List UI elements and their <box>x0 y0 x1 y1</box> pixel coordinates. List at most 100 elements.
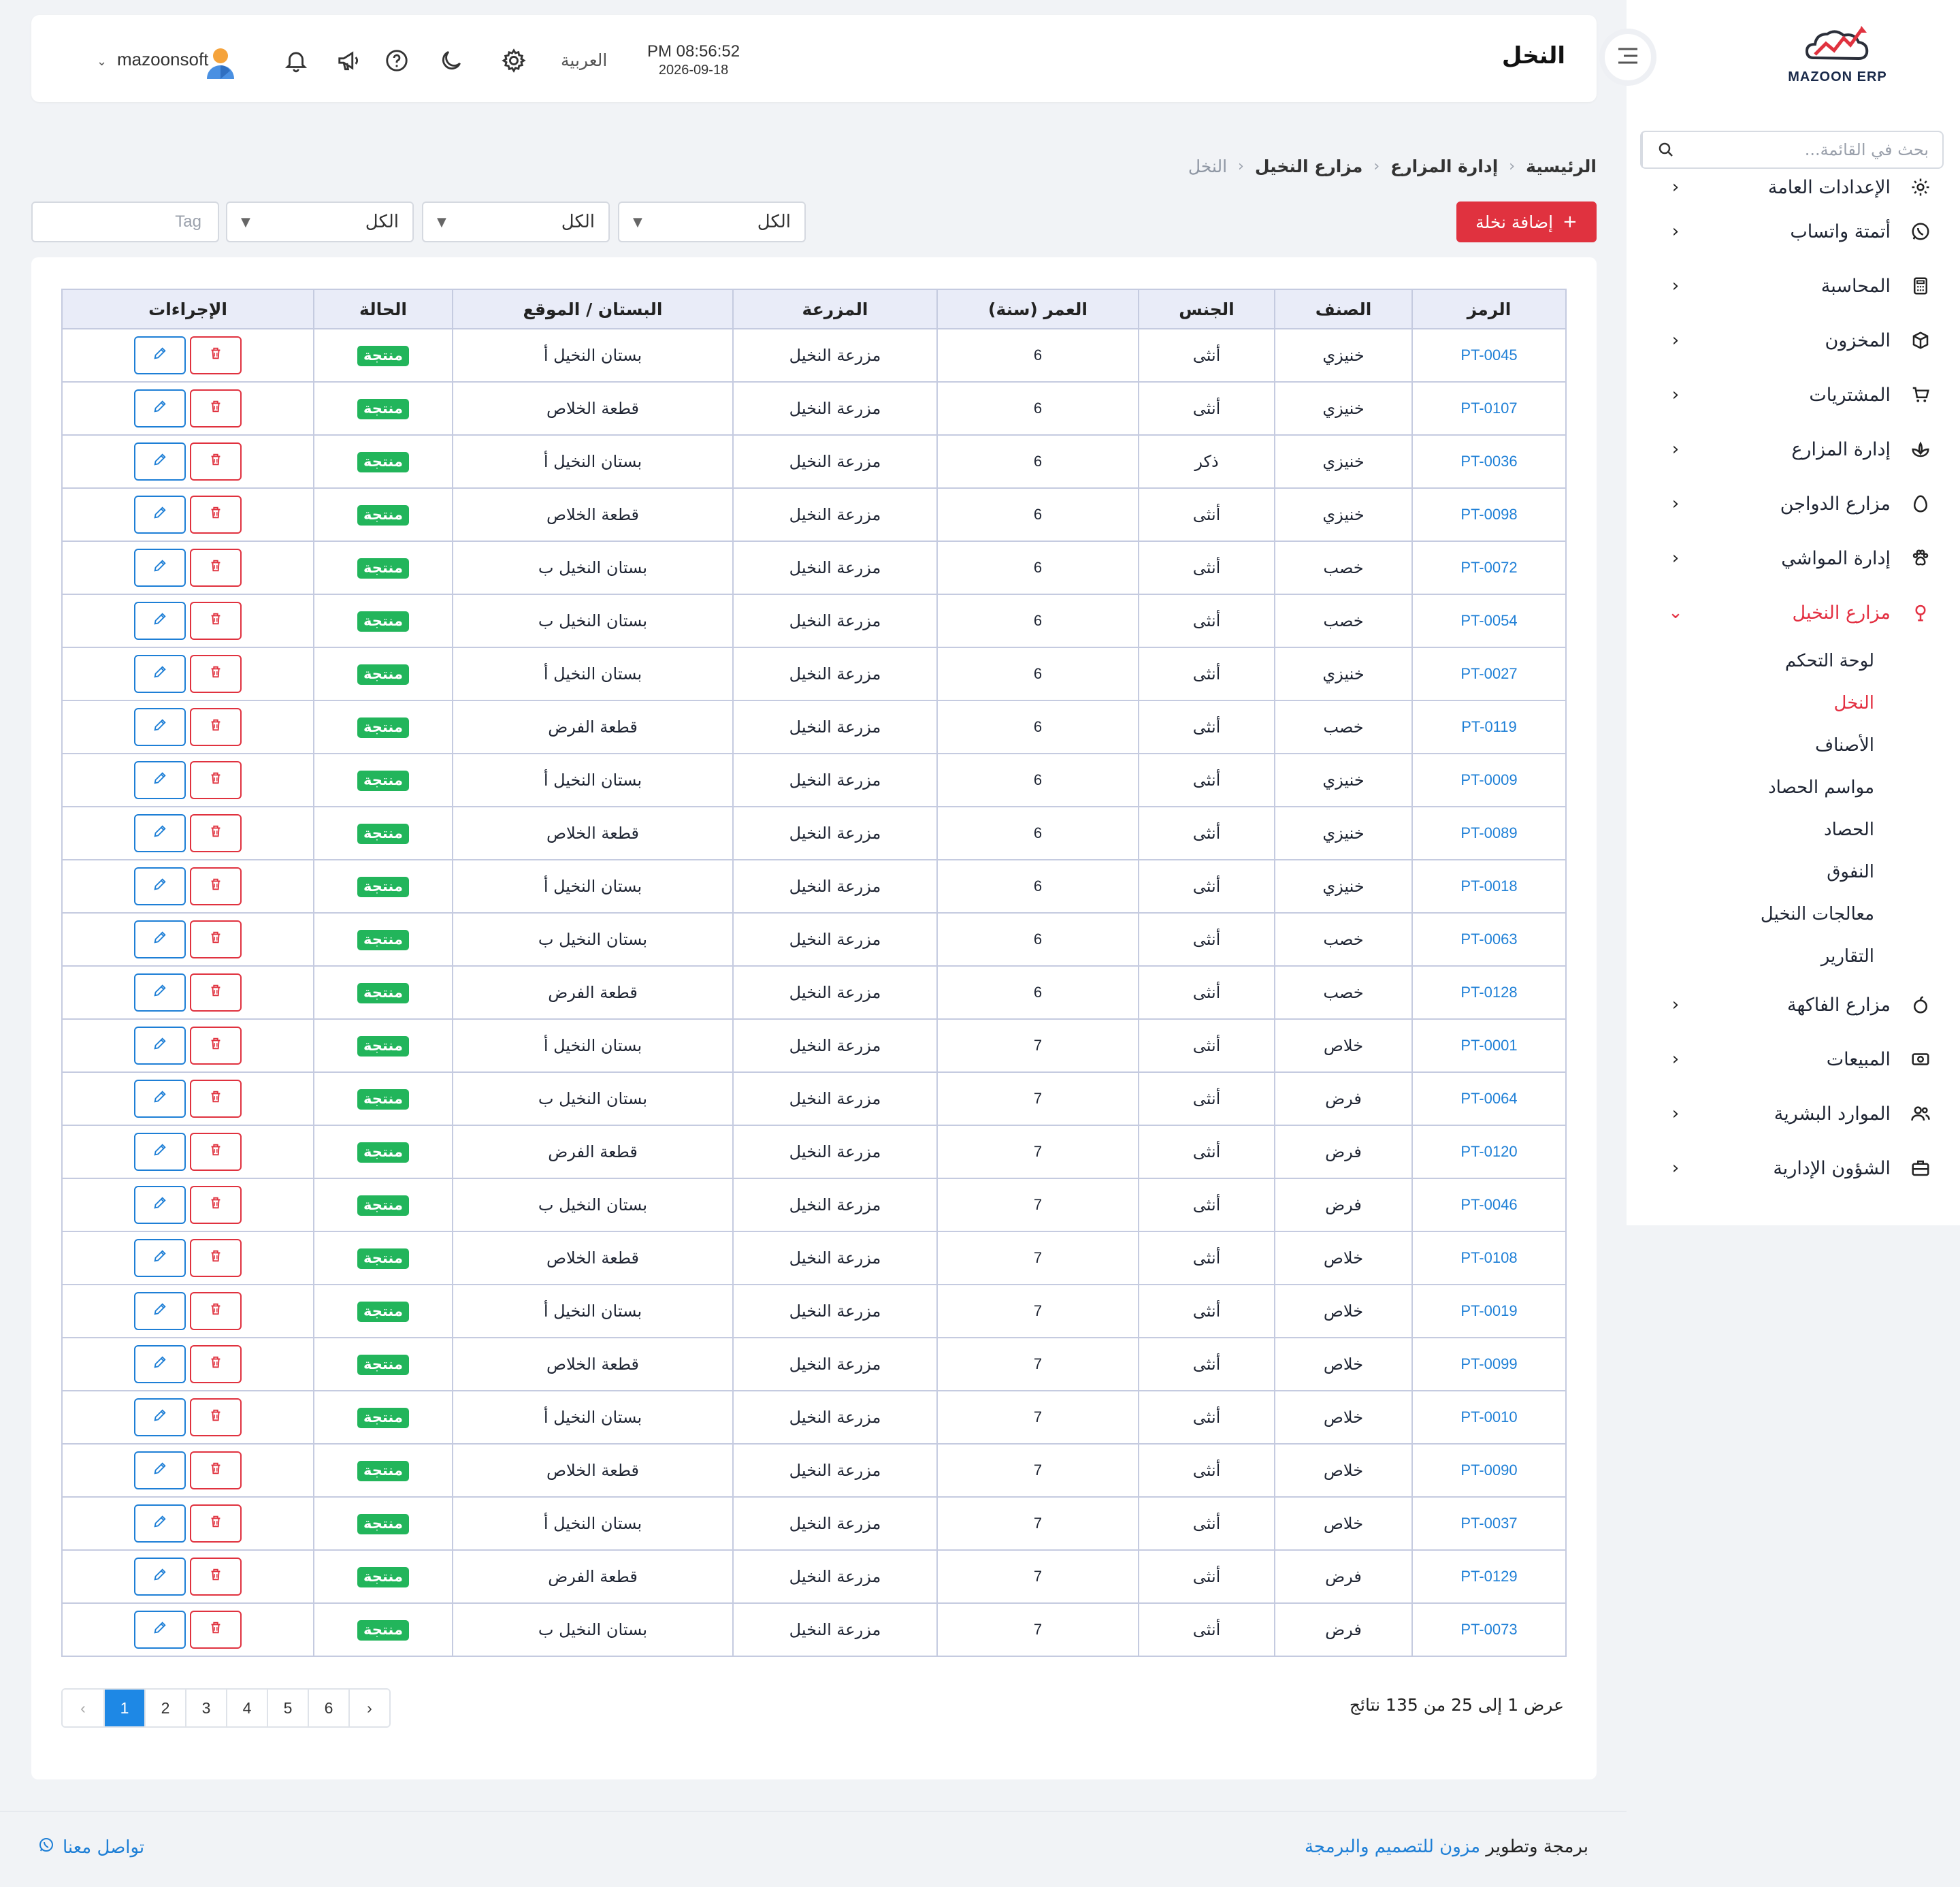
edit-button[interactable] <box>134 708 186 746</box>
sidebar-item-admin-affairs[interactable]: الشؤون الإدارية ‹ <box>1627 1141 1960 1195</box>
edit-button[interactable] <box>134 1186 186 1224</box>
column-header-sex[interactable]: الجنس <box>1138 289 1275 329</box>
column-header-location[interactable]: البستان / الموقع <box>452 289 734 329</box>
column-header-variety[interactable]: الصنف <box>1274 289 1413 329</box>
add-palm-button[interactable]: + إضافة نخلة <box>1456 201 1597 242</box>
tag-filter-input[interactable] <box>31 201 219 242</box>
pagination-prev-button[interactable]: ‹ <box>63 1690 103 1726</box>
cell-code[interactable]: PT-0119 <box>1411 700 1567 754</box>
sidebar-item-purchases[interactable]: المشتريات ‹ <box>1627 368 1960 422</box>
bell-icon[interactable] <box>282 46 310 75</box>
edit-button[interactable] <box>134 1398 186 1436</box>
delete-button[interactable] <box>190 1133 242 1171</box>
filter-select-1[interactable]: الكل ▼ <box>618 201 806 242</box>
edit-button[interactable] <box>134 1239 186 1277</box>
submenu-item-varieties[interactable]: الأصناف <box>1627 724 1960 767</box>
edit-button[interactable] <box>134 496 186 534</box>
delete-button[interactable] <box>190 602 242 640</box>
sidebar-item-whatsapp[interactable]: أتمتة واتساب ‹ <box>1627 204 1960 259</box>
sidebar-item-livestock[interactable]: إدارة المواشي ‹ <box>1627 531 1960 585</box>
delete-button[interactable] <box>190 1398 242 1436</box>
edit-button[interactable] <box>134 867 186 905</box>
submenu-item-palms[interactable]: النخل <box>1627 682 1960 724</box>
delete-button[interactable] <box>190 549 242 587</box>
sidebar-item-palm-farms[interactable]: مزارع النخيل ⌄ <box>1627 585 1960 640</box>
sidebar-item-poultry[interactable]: مزارع الدواجن ‹ <box>1627 477 1960 531</box>
sidebar-item-hr[interactable]: الموارد البشرية ‹ <box>1627 1086 1960 1141</box>
pagination-page[interactable]: 3 <box>185 1690 226 1726</box>
edit-button[interactable] <box>134 336 186 374</box>
submenu-item-mortality[interactable]: النفوق <box>1627 851 1960 893</box>
cell-code[interactable]: PT-0027 <box>1411 647 1567 701</box>
edit-button[interactable] <box>134 920 186 958</box>
cell-code[interactable]: PT-0073 <box>1411 1602 1567 1657</box>
edit-button[interactable] <box>134 602 186 640</box>
sidebar-item-inventory[interactable]: المخزون ‹ <box>1627 313 1960 368</box>
footer-brand-link[interactable]: مزون للتصميم والبرمجة <box>1305 1837 1480 1857</box>
pagination-page[interactable]: 5 <box>267 1690 308 1726</box>
delete-button[interactable] <box>190 1186 242 1224</box>
breadcrumb-home[interactable]: الرئيسية <box>1526 157 1597 176</box>
edit-button[interactable] <box>134 1504 186 1543</box>
submenu-item-reports[interactable]: التقارير <box>1627 935 1960 978</box>
submenu-item-harvest[interactable]: الحصاد <box>1627 809 1960 851</box>
cell-code[interactable]: PT-0108 <box>1411 1231 1567 1285</box>
delete-button[interactable] <box>190 655 242 693</box>
delete-button[interactable] <box>190 973 242 1012</box>
edit-button[interactable] <box>134 442 186 481</box>
moon-icon[interactable] <box>437 46 466 75</box>
delete-button[interactable] <box>190 814 242 852</box>
sidebar-item-farms[interactable]: إدارة المزارع ‹ <box>1627 422 1960 477</box>
sidebar-item-general-settings[interactable]: الإعدادات العامة ‹ <box>1627 170 1960 204</box>
pagination-next-button[interactable]: › <box>348 1690 389 1726</box>
delete-button[interactable] <box>190 389 242 428</box>
edit-button[interactable] <box>134 761 186 799</box>
delete-button[interactable] <box>190 920 242 958</box>
delete-button[interactable] <box>190 1504 242 1543</box>
filter-select-3[interactable]: الكل ▼ <box>226 201 414 242</box>
sidebar-item-accounting[interactable]: المحاسبة ‹ <box>1627 259 1960 313</box>
pagination-page[interactable]: 6 <box>308 1690 348 1726</box>
cell-code[interactable]: PT-0045 <box>1411 328 1567 383</box>
delete-button[interactable] <box>190 1292 242 1330</box>
cell-code[interactable]: PT-0001 <box>1411 1018 1567 1073</box>
submenu-item-harvest-seasons[interactable]: مواسم الحصاد <box>1627 767 1960 809</box>
delete-button[interactable] <box>190 1239 242 1277</box>
help-icon[interactable] <box>382 46 411 75</box>
delete-button[interactable] <box>190 867 242 905</box>
cell-code[interactable]: PT-0010 <box>1411 1390 1567 1445</box>
pagination-page[interactable]: 4 <box>226 1690 267 1726</box>
edit-button[interactable] <box>134 1292 186 1330</box>
delete-button[interactable] <box>190 1611 242 1649</box>
filter-select-2[interactable]: الكل ▼ <box>422 201 610 242</box>
chevron-down-icon[interactable]: ⌄ <box>97 54 107 69</box>
edit-button[interactable] <box>134 814 186 852</box>
cell-code[interactable]: PT-0099 <box>1411 1337 1567 1391</box>
edit-button[interactable] <box>134 973 186 1012</box>
cell-code[interactable]: PT-0018 <box>1411 859 1567 914</box>
delete-button[interactable] <box>190 496 242 534</box>
edit-button[interactable] <box>134 1133 186 1171</box>
delete-button[interactable] <box>190 708 242 746</box>
column-header-code[interactable]: الرمز <box>1411 289 1567 329</box>
delete-button[interactable] <box>190 1345 242 1383</box>
settings-gear-icon[interactable] <box>500 46 528 75</box>
cell-code[interactable]: PT-0129 <box>1411 1549 1567 1604</box>
delete-button[interactable] <box>190 442 242 481</box>
cell-code[interactable]: PT-0120 <box>1411 1125 1567 1179</box>
cell-code[interactable]: PT-0107 <box>1411 381 1567 436</box>
cell-code[interactable]: PT-0064 <box>1411 1071 1567 1126</box>
column-header-age[interactable]: العمر (سنة) <box>936 289 1139 329</box>
cell-code[interactable]: PT-0090 <box>1411 1443 1567 1498</box>
cell-code[interactable]: PT-0046 <box>1411 1178 1567 1232</box>
user-name[interactable]: mazoonsoft <box>117 49 208 70</box>
cell-code[interactable]: PT-0036 <box>1411 434 1567 489</box>
column-header-farm[interactable]: المزرعة <box>732 289 938 329</box>
breadcrumb-farms[interactable]: إدارة المزارع <box>1390 157 1498 176</box>
pagination-page[interactable]: 1 <box>103 1690 144 1726</box>
cell-code[interactable]: PT-0037 <box>1411 1496 1567 1551</box>
pagination-page[interactable]: 2 <box>144 1690 185 1726</box>
delete-button[interactable] <box>190 761 242 799</box>
edit-button[interactable] <box>134 655 186 693</box>
delete-button[interactable] <box>190 336 242 374</box>
